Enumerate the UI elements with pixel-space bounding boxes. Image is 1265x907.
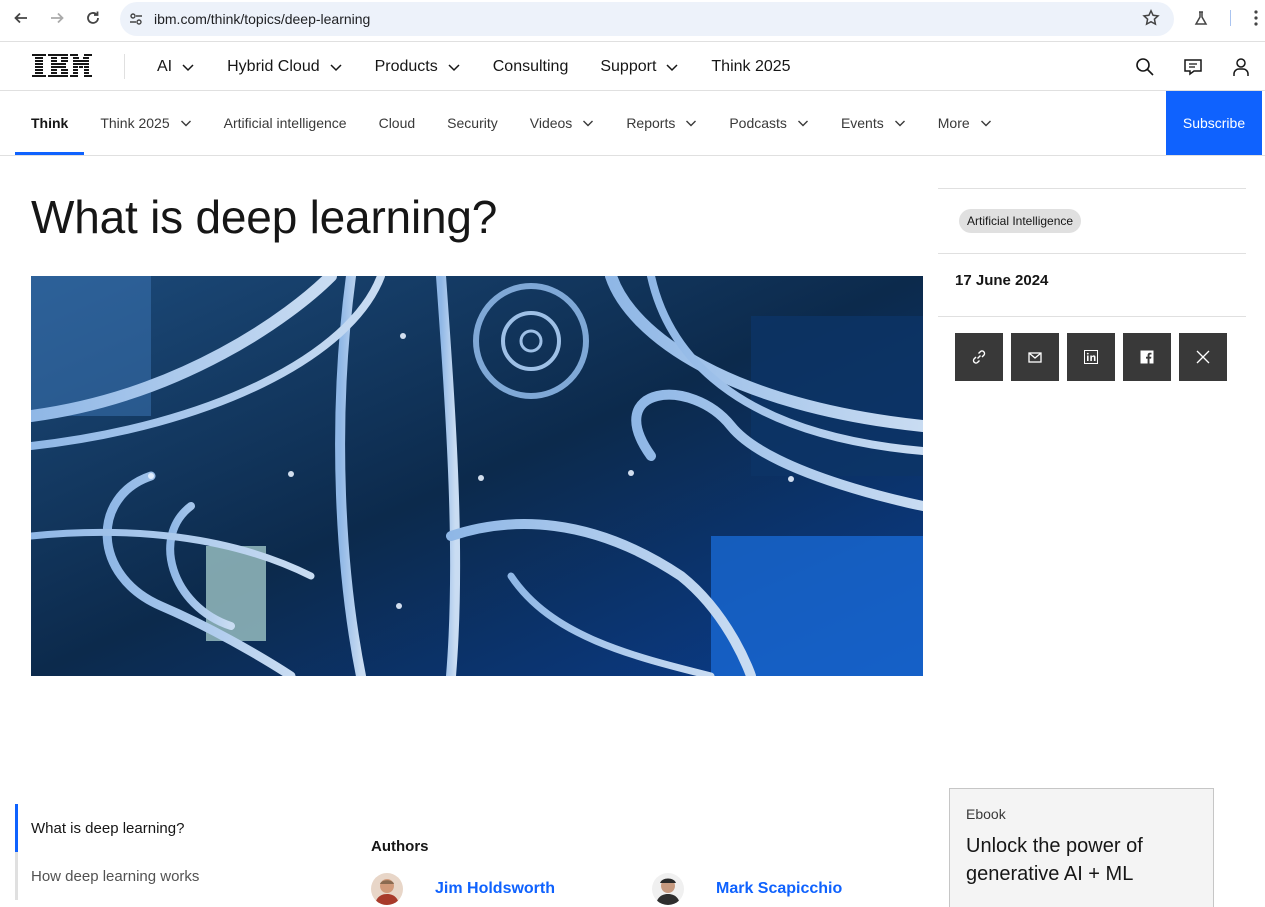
subnav-item-videos[interactable]: Videos	[514, 91, 611, 155]
facebook-icon	[1140, 350, 1154, 364]
reload-button[interactable]	[75, 0, 111, 36]
rail-divider	[938, 253, 1246, 254]
masthead-item-think-2025[interactable]: Think 2025	[695, 42, 806, 91]
chevron-down-icon	[448, 63, 460, 71]
browser-toolbar: ibm.com/think/topics/deep-learning	[0, 0, 1265, 42]
chevron-down-icon	[583, 120, 594, 127]
subnav-item-podcasts[interactable]: Podcasts	[713, 91, 825, 155]
subscribe-button[interactable]: Subscribe	[1166, 91, 1262, 155]
linkedin-icon	[1084, 350, 1098, 364]
email-icon	[1028, 352, 1042, 363]
authors-heading: Authors	[371, 838, 429, 855]
subnav-item-more[interactable]: More	[922, 91, 1008, 155]
chevron-down-icon	[330, 63, 342, 71]
subnav-item-artificial-intelligence[interactable]: Artificial intelligence	[208, 91, 363, 155]
subnav-item-think-2025[interactable]: Think 2025	[84, 91, 207, 155]
share-link-button[interactable]	[955, 333, 1003, 381]
x-icon	[1196, 350, 1210, 364]
chevron-down-icon	[980, 120, 991, 127]
ibm-logo[interactable]	[32, 54, 92, 83]
think-subnav: Think Think 2025 Artificial intelligence…	[0, 91, 1265, 156]
masthead: AI Hybrid Cloud Products Consulting Supp…	[0, 42, 1265, 91]
subnav-item-cloud[interactable]: Cloud	[363, 91, 432, 155]
reload-icon	[87, 11, 99, 24]
masthead-item-hybrid-cloud[interactable]: Hybrid Cloud	[211, 42, 358, 91]
chevron-down-icon	[180, 120, 191, 127]
page-title: What is deep learning?	[31, 191, 498, 243]
bookmark-star-icon[interactable]	[1142, 9, 1160, 32]
masthead-item-support[interactable]: Support	[584, 42, 695, 91]
share-buttons	[955, 333, 1227, 381]
subnav-item-reports[interactable]: Reports	[610, 91, 713, 155]
subnav-item-events[interactable]: Events	[825, 91, 922, 155]
search-icon[interactable]	[1121, 42, 1169, 91]
labs-flask-icon[interactable]	[1183, 0, 1219, 36]
ebook-promo-card[interactable]: Ebook Unlock the power of generative AI …	[949, 788, 1214, 907]
masthead-item-consulting[interactable]: Consulting	[477, 42, 585, 91]
subnav-item-security[interactable]: Security	[431, 91, 514, 155]
masthead-divider	[124, 54, 125, 79]
link-icon	[972, 350, 986, 364]
toolbar-divider	[1230, 10, 1231, 26]
author-name-link[interactable]: Mark Scapicchio	[716, 880, 842, 898]
site-settings-icon[interactable]	[128, 11, 144, 27]
subnav-item-think[interactable]: Think	[15, 91, 85, 155]
ebook-title: Unlock the power of generative AI + ML	[966, 835, 1143, 885]
share-linkedin-button[interactable]	[1067, 333, 1115, 381]
toc-item-how-deep-learning-works[interactable]: How deep learning works	[15, 852, 245, 900]
back-button[interactable]	[3, 0, 39, 36]
browser-menu-icon[interactable]	[1238, 0, 1265, 36]
masthead-nav: AI Hybrid Cloud Products Consulting Supp…	[141, 42, 807, 91]
ebook-kicker: Ebook	[966, 806, 1006, 822]
forward-arrow-icon	[51, 12, 64, 24]
address-bar[interactable]: ibm.com/think/topics/deep-learning	[120, 2, 1174, 36]
url-text[interactable]: ibm.com/think/topics/deep-learning	[154, 11, 370, 27]
hero-image	[31, 276, 923, 676]
chevron-down-icon	[797, 120, 808, 127]
share-email-button[interactable]	[1011, 333, 1059, 381]
back-arrow-icon	[14, 12, 27, 24]
topic-tag[interactable]: Artificial Intelligence	[959, 209, 1082, 233]
chevron-down-icon	[894, 120, 905, 127]
user-icon[interactable]	[1217, 42, 1265, 91]
author-jim-holdsworth: Jim Holdsworth	[371, 873, 555, 905]
rail-divider	[938, 188, 1246, 189]
forward-button[interactable]	[39, 0, 75, 36]
avatar	[652, 873, 684, 905]
chat-icon[interactable]	[1169, 42, 1217, 91]
author-mark-scapicchio: Mark Scapicchio	[652, 873, 842, 905]
toc-item-what-is-deep-learning[interactable]: What is deep learning?	[15, 804, 245, 852]
masthead-item-ai[interactable]: AI	[141, 42, 211, 91]
share-x-button[interactable]	[1179, 333, 1227, 381]
chevron-down-icon	[686, 120, 697, 127]
publish-date: 17 June 2024	[955, 272, 1049, 289]
chevron-down-icon	[666, 63, 678, 71]
share-facebook-button[interactable]	[1123, 333, 1171, 381]
author-name-link[interactable]: Jim Holdsworth	[435, 880, 555, 898]
chevron-down-icon	[182, 63, 194, 71]
avatar	[371, 873, 403, 905]
rail-divider	[938, 316, 1246, 317]
masthead-item-products[interactable]: Products	[359, 42, 477, 91]
ibm-logo-mark	[32, 54, 92, 77]
